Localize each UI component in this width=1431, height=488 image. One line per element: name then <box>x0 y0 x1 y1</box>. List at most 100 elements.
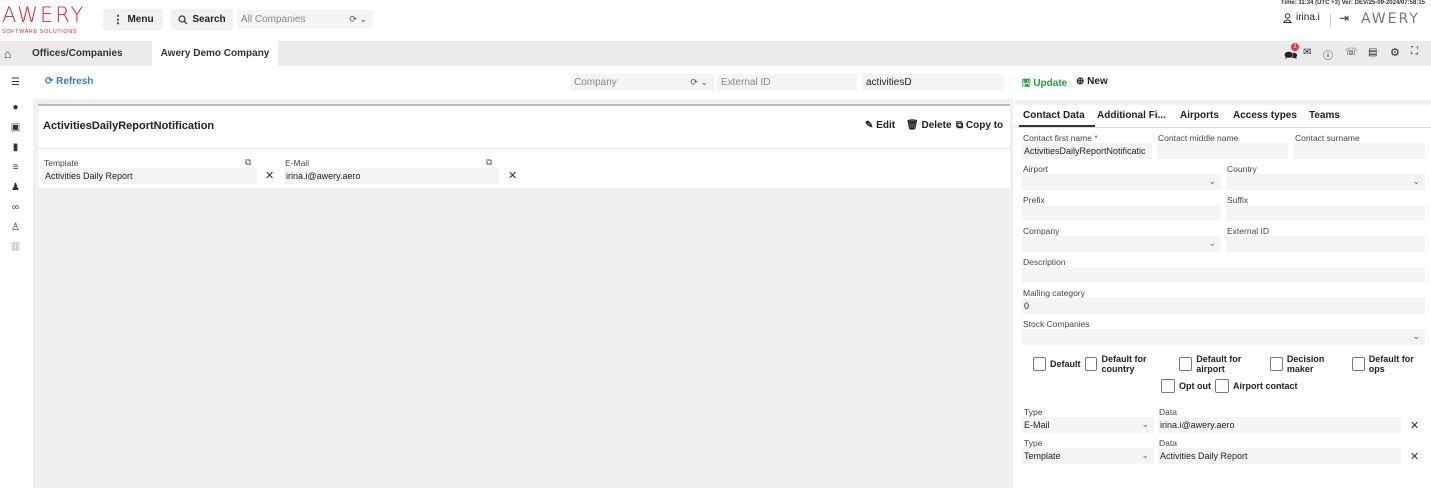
document-icon[interactable]: ▤ <box>1368 47 1377 58</box>
contact-card-icon[interactable]: ▣ <box>10 122 21 133</box>
airport-select[interactable]: ⌄ <box>1022 174 1221 190</box>
type-label: Type <box>1024 438 1043 448</box>
opt-out-checkbox[interactable] <box>1161 379 1175 393</box>
first-name-label-text: Contact first name <box>1023 133 1092 143</box>
decision-maker-checkbox[interactable] <box>1269 357 1283 371</box>
surname-label: Contact surname <box>1295 133 1360 143</box>
tab-additional-fields[interactable]: Additional Fi... <box>1097 110 1166 121</box>
chevron-down-icon: ⌄ <box>1141 450 1149 460</box>
company-select[interactable]: ⌄ <box>1022 236 1221 252</box>
stock-companies-label: Stock Companies <box>1023 319 1090 329</box>
tab-offices-companies[interactable]: Offices/Companies <box>20 41 135 66</box>
gear-icon[interactable]: ⚙ <box>1390 46 1400 59</box>
email-value: irina.i@awery.aero <box>286 171 361 181</box>
add-user-icon[interactable]: ♙ <box>10 222 21 233</box>
chevron-down-icon: ⌄ <box>1412 176 1420 186</box>
record-card: ActivitiesDailyReportNotification ✎ Edit… <box>38 104 1010 188</box>
copy-icon[interactable]: ⧉ <box>486 157 492 168</box>
contact-data-field[interactable]: Activities Daily Report <box>1158 448 1401 464</box>
company-filter[interactable]: Company ⟳ ⌄ <box>570 74 714 91</box>
edit-button[interactable]: ✎ Edit <box>865 120 895 131</box>
remove-contact-icon[interactable]: ✕ <box>1410 450 1419 463</box>
surname-field[interactable] <box>1294 143 1425 159</box>
search-button[interactable]: Search <box>171 9 233 30</box>
default-for-country-checkbox[interactable] <box>1084 357 1098 371</box>
checkbox-row: Default Default for country Default for … <box>1033 354 1431 374</box>
contact-data-value: irina.i@awery.aero <box>1160 420 1235 430</box>
tab-airports[interactable]: Airports <box>1180 110 1219 121</box>
first-name-field[interactable]: ActivitiesDailyReportNotificatic <box>1022 143 1152 159</box>
copy-to-button[interactable]: ⧉ Copy to <box>956 120 1003 131</box>
stock-companies-select[interactable]: ⌄ <box>1022 329 1425 345</box>
middle-name-label: Contact middle name <box>1158 133 1239 143</box>
logo-text: AWERY <box>2 3 86 27</box>
country-select[interactable]: ⌄ <box>1226 174 1425 190</box>
person-icon[interactable]: ♟ <box>10 182 21 193</box>
default-for-ops-checkbox[interactable] <box>1351 357 1365 371</box>
contact-type-select[interactable]: E-Mail ⌄ <box>1022 417 1154 433</box>
external-id-label: External ID <box>1227 226 1270 236</box>
refresh-button[interactable]: ⟳ Refresh <box>45 76 93 87</box>
suffix-label: Suffix <box>1227 195 1249 205</box>
fullscreen-icon[interactable]: ⛶ <box>1411 46 1418 57</box>
company-select-value: All Companies <box>241 14 306 25</box>
clear-template-icon[interactable]: ✕ <box>265 169 274 182</box>
update-button[interactable]: 🖫 Update <box>1022 76 1067 93</box>
tab-label: Offices/Companies <box>32 48 123 59</box>
prefix-field[interactable] <box>1022 205 1221 221</box>
first-name-value: ActivitiesDailyReportNotificatic <box>1024 146 1146 156</box>
external-id-field[interactable] <box>1226 236 1425 252</box>
email-label: E-Mail <box>285 158 310 168</box>
mailing-category-field[interactable]: 0 <box>1022 298 1425 314</box>
user-menu[interactable]: irina.i <box>1283 12 1320 23</box>
tab-teams[interactable]: Teams <box>1309 110 1340 121</box>
link-icon[interactable]: ∞ <box>10 202 21 213</box>
info-circle-icon[interactable]: ● <box>10 102 21 113</box>
tab-awery-demo-company[interactable]: Awery Demo Company <box>152 41 278 66</box>
new-button[interactable]: ⊕ New <box>1076 76 1108 87</box>
info-icon[interactable]: ⓘ <box>1323 47 1333 62</box>
template-field[interactable]: Activities Daily Report <box>43 168 257 184</box>
tab-label: Contact Data <box>1023 110 1085 121</box>
company-select[interactable]: All Companies ⟳ ⌄ <box>237 10 373 29</box>
copy-icon[interactable]: ⧉ <box>245 157 251 168</box>
logout-icon[interactable]: ⇥ <box>1339 11 1349 25</box>
default-checkbox[interactable] <box>1033 357 1046 371</box>
airport-contact-checkbox[interactable] <box>1215 379 1229 393</box>
hamburger-icon[interactable]: ☰ <box>10 77 21 88</box>
clear-email-icon[interactable]: ✕ <box>508 169 517 182</box>
checkbox-row: Opt out Airport contact <box>1161 379 1302 393</box>
external-id-input[interactable]: External ID <box>717 74 857 91</box>
checkbox-label: Default for airport <box>1196 354 1242 374</box>
home-icon[interactable]: ⌂ <box>4 47 11 61</box>
contact-type-select[interactable]: Template ⌄ <box>1022 448 1154 464</box>
description-field[interactable] <box>1022 267 1425 283</box>
email-field[interactable]: irina.i@awery.aero <box>284 168 499 184</box>
tab-label: Teams <box>1309 110 1340 121</box>
tab-contact-data[interactable]: Contact Data <box>1023 110 1085 121</box>
mail-icon[interactable]: ✉ <box>1303 47 1311 58</box>
logo-subtitle: SOFTWARE SOLUTIONS <box>2 29 78 35</box>
search-icon <box>178 14 188 24</box>
file-icon[interactable]: ▮ <box>10 142 21 153</box>
default-for-airport-checkbox[interactable] <box>1179 357 1193 371</box>
chat-icon[interactable]: ☏ <box>1345 47 1358 58</box>
kebab-icon: ⋮ <box>112 14 124 26</box>
chevron-down-icon: ⌄ <box>1208 176 1216 186</box>
divider <box>1015 100 1431 105</box>
suffix-field[interactable] <box>1226 205 1425 221</box>
refresh-chevron-icon: ⟳ ⌄ <box>349 14 367 24</box>
trash-icon[interactable]: ▥ <box>10 241 21 252</box>
template-value: Activities Daily Report <box>45 171 133 181</box>
chevron-down-icon: ⌄ <box>1412 331 1420 341</box>
edit-label: Edit <box>876 120 896 131</box>
delete-button[interactable]: 🗑 Delete <box>906 120 952 131</box>
remove-contact-icon[interactable]: ✕ <box>1410 419 1419 432</box>
menu-button[interactable]: ⋮ Menu <box>103 9 163 30</box>
contact-data-field[interactable]: irina.i@awery.aero <box>1158 417 1401 433</box>
middle-name-field[interactable] <box>1157 143 1288 159</box>
list-icon[interactable]: ≡ <box>10 162 21 173</box>
tab-access-types[interactable]: Access types <box>1233 110 1297 121</box>
search-input[interactable]: activitiesD <box>862 74 1004 91</box>
country-label: Country <box>1227 164 1257 174</box>
